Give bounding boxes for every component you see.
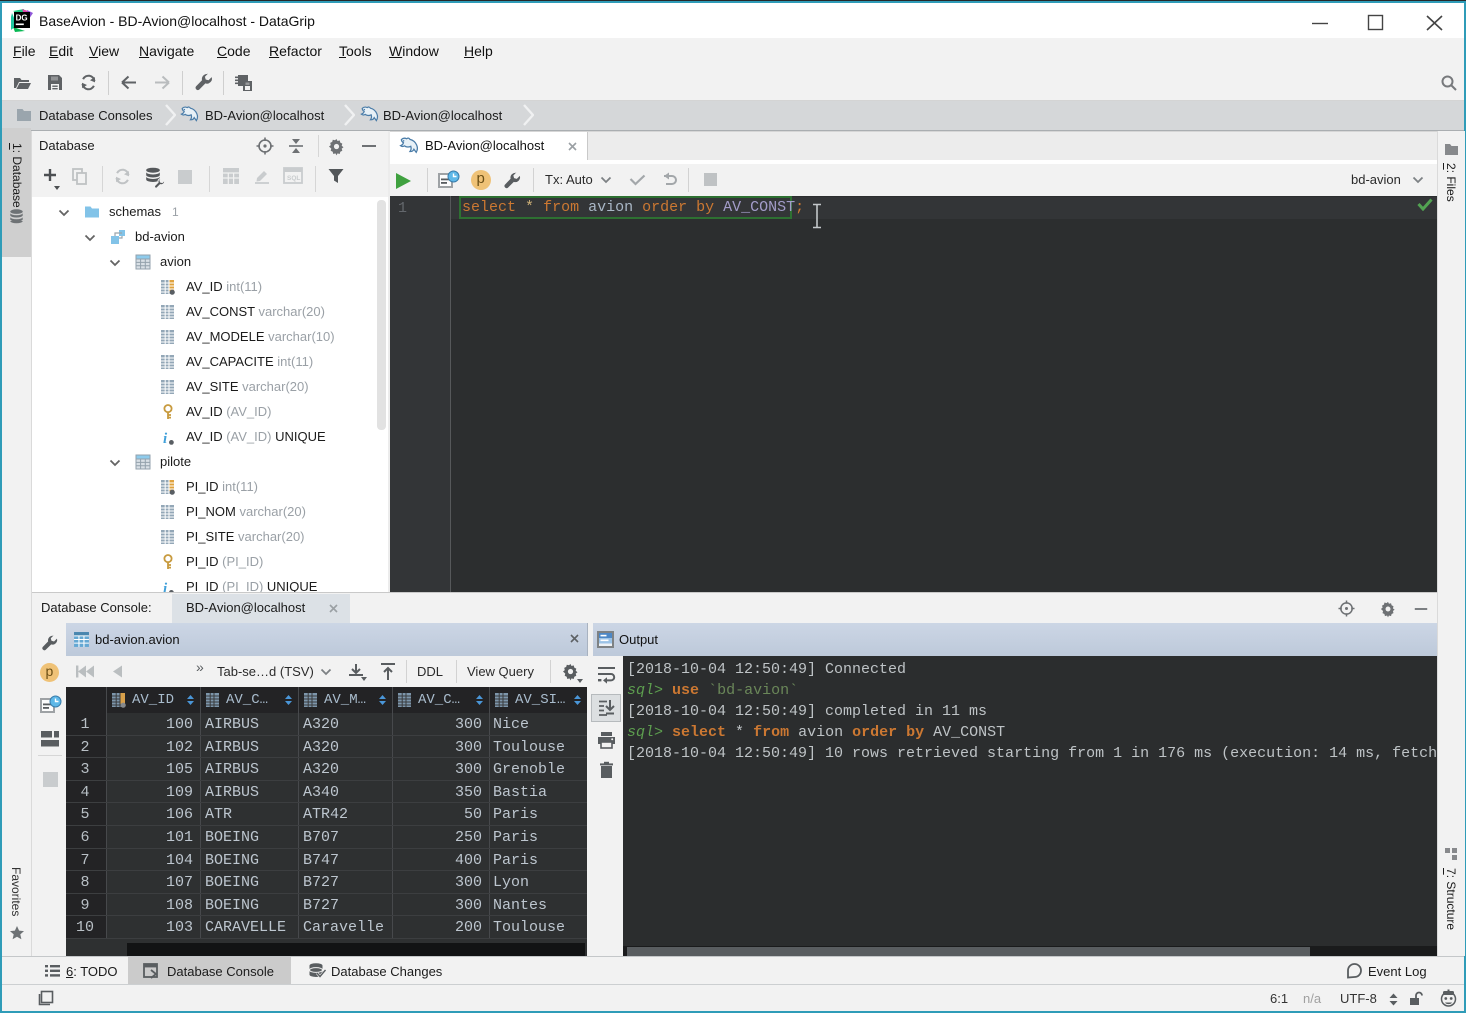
svg-text:i: i bbox=[163, 581, 168, 592]
svg-text:i: i bbox=[163, 431, 168, 445]
svg-text:DG: DG bbox=[16, 14, 28, 23]
svg-text:SQL: SQL bbox=[287, 175, 300, 182]
